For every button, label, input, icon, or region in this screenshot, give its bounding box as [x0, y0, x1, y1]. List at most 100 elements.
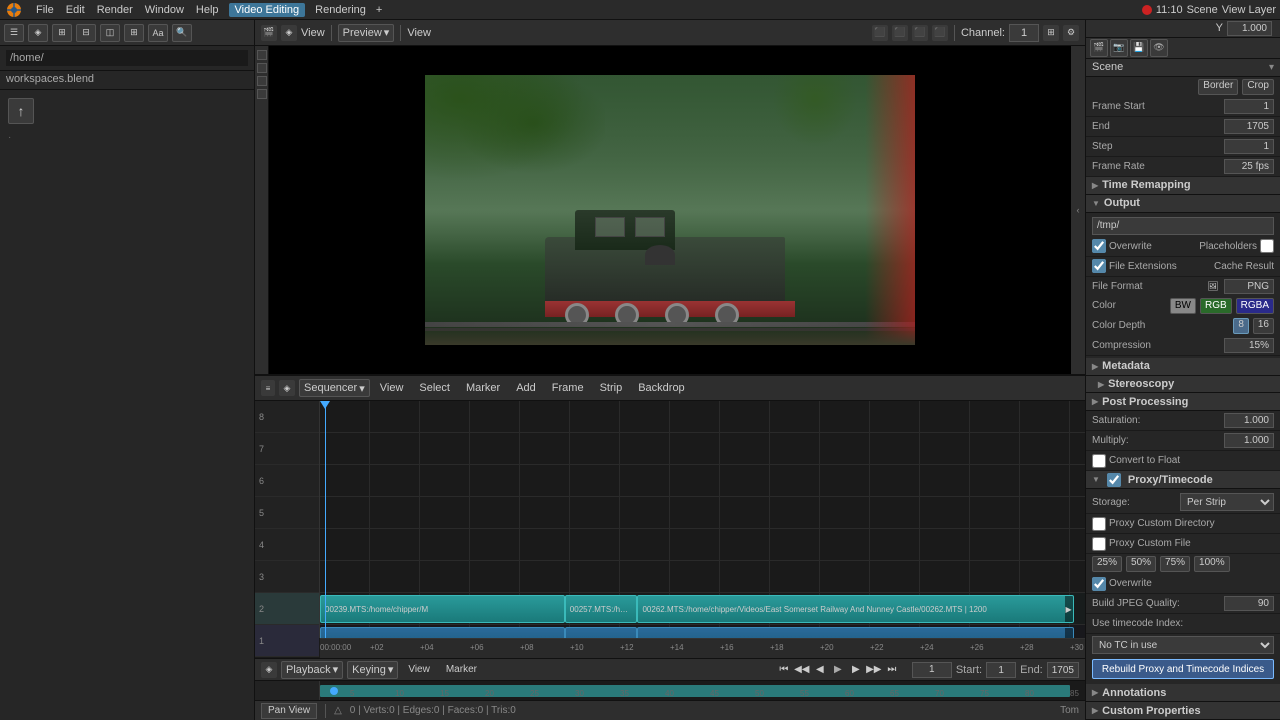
channel-input[interactable] [1009, 24, 1039, 42]
view-menu[interactable]: View [301, 27, 325, 39]
seq-marker-menu[interactable]: Marker [460, 375, 506, 401]
vst-icon1[interactable] [257, 50, 267, 60]
depth-8-btn[interactable]: 8 [1233, 318, 1249, 334]
jpeg-quality-value[interactable]: 90 [1224, 596, 1274, 611]
pan-view-btn[interactable]: Pan View [261, 703, 317, 719]
output-section-header[interactable]: ▼ Output [1086, 195, 1280, 213]
seq-select-menu[interactable]: Select [413, 375, 456, 401]
metadata-header[interactable]: ▶ Metadata [1086, 358, 1280, 376]
crop-btn[interactable]: Crop [1242, 79, 1274, 95]
seq-editor-type[interactable]: ≡ [261, 380, 275, 396]
seq-strip-menu[interactable]: Strip [594, 375, 629, 401]
rp-icon-output[interactable]: 💾 [1130, 39, 1148, 57]
depth-16-btn[interactable]: 16 [1253, 318, 1274, 334]
workspace-badge[interactable]: Video Editing [229, 3, 306, 17]
add-workspace-btn[interactable]: + [372, 4, 386, 16]
next-keyframe-btn[interactable]: ▶▶ [866, 662, 882, 678]
prev-frame-btn[interactable]: ◀ [812, 662, 828, 678]
clip-2b[interactable]: 00257.001:/home/chipper/Videos/East S.m [565, 627, 638, 638]
channel-icon[interactable]: ⊞ [1043, 25, 1059, 41]
time-remapping-header[interactable]: ▶ Time Remapping [1086, 177, 1280, 195]
view-btn[interactable]: View [407, 27, 431, 39]
vst-icon2[interactable] [257, 63, 267, 73]
proxy-custom-dir-checkbox[interactable] [1092, 517, 1106, 531]
convert-float-checkbox[interactable] [1092, 454, 1106, 468]
rp-scene-label[interactable]: Scene [1092, 61, 1123, 73]
proxy-icon3[interactable]: ⬛ [912, 25, 928, 41]
prev-keyframe-btn[interactable]: ◀◀ [794, 662, 810, 678]
menu-window[interactable]: Window [139, 0, 190, 20]
sidebar-toggle[interactable]: ‹ [1071, 46, 1085, 374]
rp-icon-scene[interactable]: 🎬 [1090, 39, 1108, 57]
current-frame-input[interactable] [912, 662, 952, 678]
seq-view-icon[interactable]: ◈ [279, 380, 295, 396]
up-directory-btn[interactable]: ↑ [8, 98, 34, 124]
editor-type-icon[interactable]: 🎬 [261, 25, 277, 41]
compression-value[interactable]: 15% [1224, 338, 1274, 353]
next-frame-btn[interactable]: ▶ [848, 662, 864, 678]
y-value[interactable]: 1.000 [1227, 21, 1272, 36]
timecode-dropdown[interactable]: No TC in use Record Run Free Run [1092, 636, 1274, 654]
menu-help[interactable]: Help [190, 0, 225, 20]
clip-1b[interactable]: 00257.MTS:/home/chipper/Videos/East S.m [565, 595, 638, 623]
tb-icon3[interactable]: ⊟ [76, 24, 96, 42]
seq-tracks[interactable]: 00239.MTS:/home/chipper/M 00257.MTS:/hom… [320, 401, 1085, 638]
preview-dropdown[interactable]: Preview ▾ [338, 24, 395, 42]
color-rgb-btn[interactable]: RGB [1200, 298, 1232, 314]
workspace-rendering[interactable]: Rendering [309, 0, 372, 20]
annotations-header[interactable]: ▶ Annotations [1086, 684, 1280, 702]
color-rgba-btn[interactable]: RGBA [1236, 298, 1274, 314]
jump-start-btn[interactable]: ⏮ [776, 662, 792, 678]
file-ext-checkbox[interactable] [1092, 259, 1106, 273]
frame-rate-value[interactable]: 25 fps [1224, 159, 1274, 174]
overwrite-checkbox[interactable] [1092, 239, 1106, 253]
jump-end-btn[interactable]: ⏭ [884, 662, 900, 678]
proxy-custom-file-checkbox[interactable] [1092, 537, 1106, 551]
border-btn[interactable]: Border [1198, 79, 1238, 95]
rebuild-proxy-btn[interactable]: Rebuild Proxy and Timecode Indices [1092, 659, 1274, 679]
pct-100-btn[interactable]: 100% [1194, 556, 1230, 572]
menu-render[interactable]: Render [91, 0, 139, 20]
pct-75-btn[interactable]: 75% [1160, 556, 1190, 572]
playback-dropdown[interactable]: Playback ▾ [281, 661, 343, 679]
clip-2a[interactable]: 00239.001:/home/chipper/M [320, 627, 565, 638]
pct-50-btn[interactable]: 50% [1126, 556, 1156, 572]
stereoscopy-header[interactable]: ▶ Stereoscopy [1086, 376, 1280, 394]
overwrite2-checkbox[interactable] [1092, 577, 1106, 591]
menu-file[interactable]: File [30, 0, 60, 20]
storage-dropdown[interactable]: Per Strip Project [1180, 493, 1274, 511]
clip-1c[interactable]: 00262.MTS:/home/chipper/Videos/East Some… [637, 595, 1073, 623]
seq-view-menu[interactable]: View [374, 375, 410, 401]
seq-backdrop-menu[interactable]: Backdrop [632, 375, 690, 401]
tb-icon2[interactable]: ⊞ [52, 24, 72, 42]
seq-frame-menu[interactable]: Frame [546, 375, 590, 401]
custom-props-header[interactable]: ▶ Custom Properties [1086, 702, 1280, 720]
vst-icon3[interactable] [257, 76, 267, 86]
tb-icon1[interactable]: ◈ [28, 24, 48, 42]
mini-timeline-inner[interactable]: 5 10 15 20 25 30 35 40 45 50 55 60 65 70 [320, 681, 1085, 700]
pct-25-btn[interactable]: 25% [1092, 556, 1122, 572]
marker-btn-bottom[interactable]: Marker [440, 659, 483, 681]
placeholders-checkbox[interactable] [1260, 239, 1274, 253]
view-icon[interactable]: ◈ [281, 25, 297, 41]
tb-icon7[interactable]: 🔍 [172, 24, 192, 42]
menu-edit[interactable]: Edit [60, 0, 91, 20]
seq-type-dropdown[interactable]: Sequencer ▾ [299, 379, 370, 397]
frame-start-value[interactable]: 1 [1224, 99, 1274, 114]
seq-add-menu[interactable]: Add [510, 375, 542, 401]
multiply-value[interactable]: 1.000 [1224, 433, 1274, 448]
vst-icon4[interactable] [257, 89, 267, 99]
settings-icon[interactable]: ⚙ [1063, 25, 1079, 41]
proxy-timecode-header[interactable]: ▼ Proxy/Timecode [1086, 471, 1280, 489]
tb-icon4[interactable]: ◫ [100, 24, 120, 42]
rp-icon-render[interactable]: 📷 [1110, 39, 1128, 57]
play-btn[interactable]: ▶ [830, 662, 846, 678]
clip-1a[interactable]: 00239.MTS:/home/chipper/M [320, 595, 565, 623]
view-btn-bottom[interactable]: View [402, 659, 436, 681]
file-format-value[interactable]: PNG [1224, 279, 1274, 294]
rp-icon-view[interactable]: 👁 [1150, 39, 1168, 57]
output-path-input[interactable] [1092, 217, 1274, 235]
proxy-icon2[interactable]: ⬛ [892, 25, 908, 41]
tb-icon5[interactable]: ⊞ [124, 24, 144, 42]
playhead[interactable] [325, 401, 326, 638]
